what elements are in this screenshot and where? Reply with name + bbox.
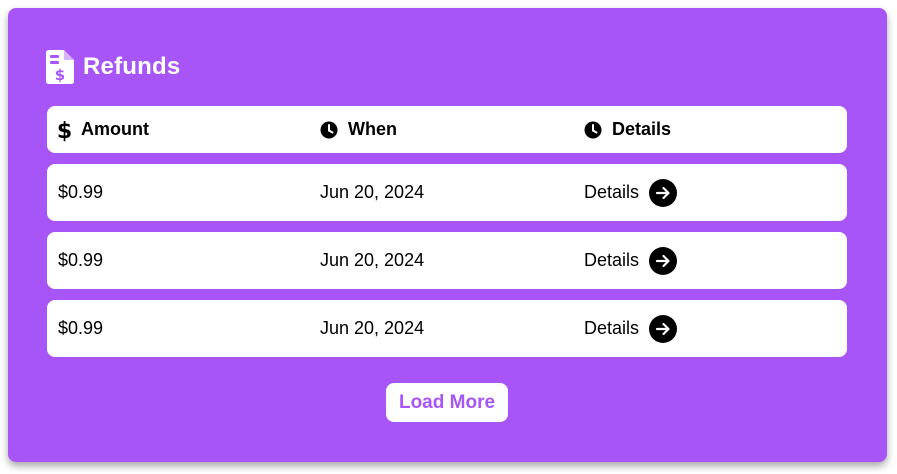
arrow-right-circle-icon[interactable] [649,178,678,207]
column-header-details: Details [584,106,671,153]
column-header-label: Amount [81,119,149,139]
table-row: $0.99 Jun 20, 2024 Details [47,232,847,289]
column-header-label: Details [612,119,672,139]
column-header-when: When [320,106,397,153]
details-label: Details [584,250,640,270]
clock-icon [320,121,338,138]
load-more-button[interactable]: Load More [386,383,508,422]
details-cell: Details [584,300,678,357]
date-cell: Jun 20, 2024 [320,182,425,202]
details-link[interactable]: Details [584,178,678,207]
receipt-dollar-icon: $ [46,50,74,84]
details-link[interactable]: Details [584,314,678,343]
svg-text:$: $ [58,119,71,142]
clock-icon [584,121,602,138]
svg-text:$: $ [55,66,65,84]
amount-cell: $0.99 [58,318,104,338]
date-cell: Jun 20, 2024 [320,318,425,338]
date-cell: Jun 20, 2024 [320,250,425,270]
arrow-right-circle-icon[interactable] [649,246,678,275]
table-row: $0.99 Jun 20, 2024 Details [47,164,847,221]
amount-cell: $0.99 [58,182,104,202]
panel-header: $ Refunds [46,50,180,84]
column-header-label: When [348,119,397,139]
details-label: Details [584,182,640,202]
table-row: $0.99 Jun 20, 2024 Details [47,300,847,357]
dollar-icon: $ [58,119,71,142]
details-link[interactable]: Details [584,246,678,275]
page-title: Refunds [83,53,181,80]
refunds-panel: $ Refunds $ Amount When Details $0.99 Ju… [8,8,887,462]
details-label: Details [584,318,640,338]
amount-cell: $0.99 [58,250,104,270]
column-header-amount: $ Amount [58,106,149,153]
arrow-right-circle-icon[interactable] [649,314,678,343]
table-header: $ Amount When Details [47,106,847,153]
details-cell: Details [584,232,678,289]
details-cell: Details [584,164,678,221]
